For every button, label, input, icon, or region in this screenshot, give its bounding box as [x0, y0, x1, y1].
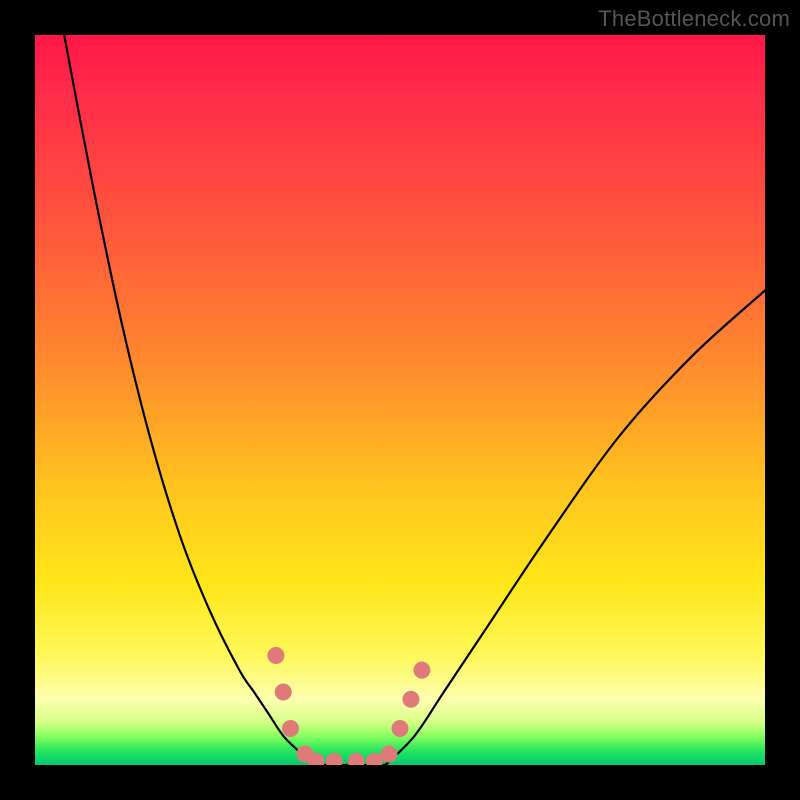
valley-marker	[282, 720, 299, 737]
valley-marker	[267, 647, 284, 664]
valley-marker	[326, 753, 343, 765]
valley-marker	[275, 684, 292, 701]
curve-group	[64, 35, 765, 765]
chart-plot-area	[35, 35, 765, 765]
valley-marker	[392, 720, 409, 737]
valley-marker	[413, 662, 430, 679]
right-curve-path	[385, 291, 765, 766]
valley-markers-group	[267, 647, 430, 765]
watermark-text: TheBottleneck.com	[598, 6, 790, 32]
valley-marker	[381, 746, 398, 763]
chart-svg	[35, 35, 765, 765]
valley-marker	[366, 753, 383, 765]
valley-marker	[348, 753, 365, 765]
valley-marker	[402, 691, 419, 708]
